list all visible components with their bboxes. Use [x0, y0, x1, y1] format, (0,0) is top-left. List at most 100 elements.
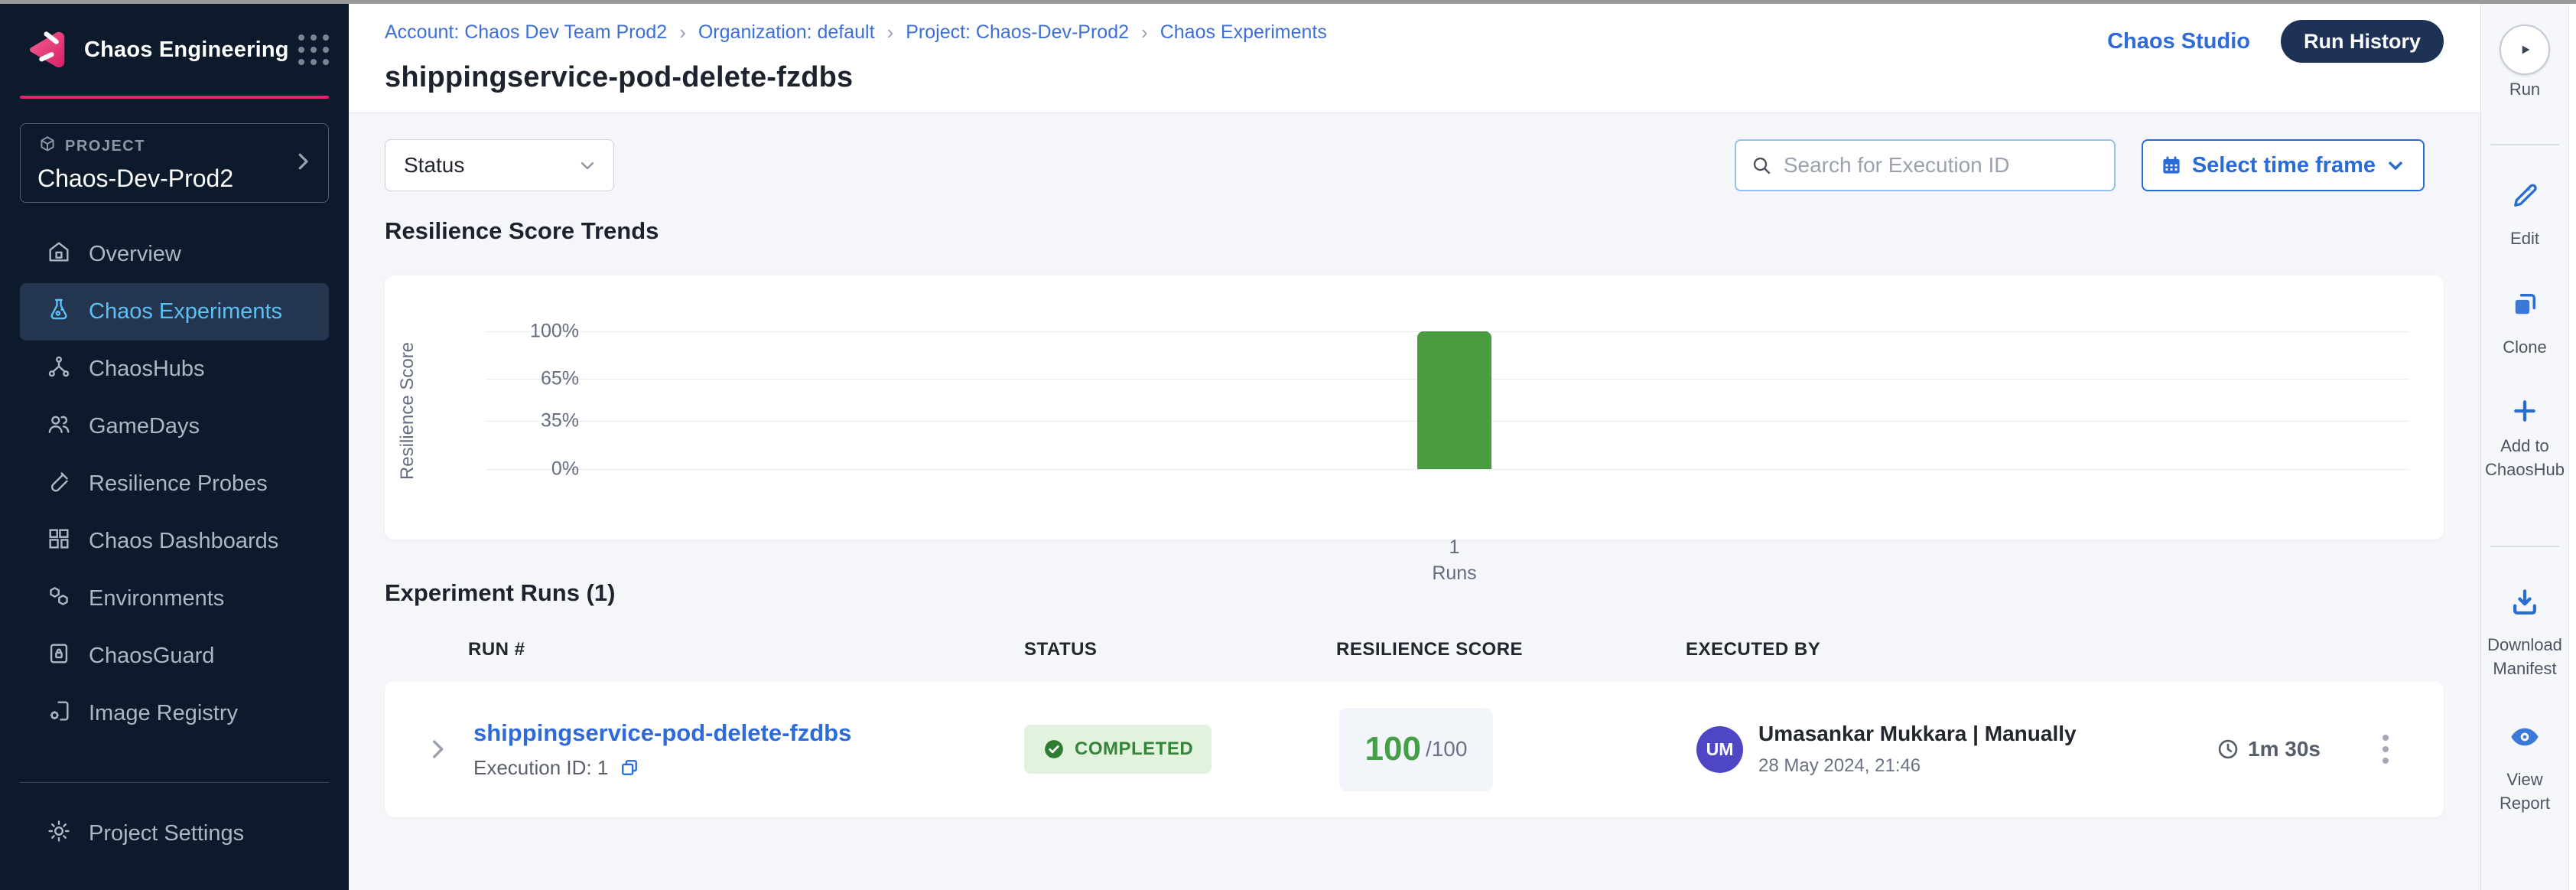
check-circle-icon	[1042, 738, 1065, 761]
edit-icon[interactable]	[2509, 180, 2541, 212]
copy-icon[interactable]	[619, 757, 640, 778]
download-manifest-icon download-icon[interactable]	[2508, 585, 2542, 619]
brand-underline	[20, 96, 329, 99]
y-tick: 65%	[541, 368, 579, 390]
people-icon	[46, 411, 72, 443]
execution-id: Execution ID: 1	[473, 756, 608, 780]
y-axis-title: Resilience Score	[397, 273, 418, 411]
y-tick: 35%	[541, 410, 579, 432]
breadcrumb-separator: ›	[679, 21, 686, 44]
search-box	[1735, 139, 2116, 191]
main-area: Account: Chaos Dev Team Prod2 › Organiza…	[349, 4, 2480, 890]
chevron-down-icon	[2385, 155, 2406, 176]
gear-icon	[46, 818, 72, 850]
breadcrumb-separator: ›	[1141, 21, 1148, 44]
row-menu-kebab-icon[interactable]	[2378, 730, 2393, 768]
page: Chaos Engineering PROJECT Chaos-Dev-Prod…	[0, 0, 2576, 890]
content: Status Select time frame	[349, 113, 2480, 890]
chevron-down-icon	[577, 155, 598, 176]
sidebar-item-chaos-experiments[interactable]: Chaos Experiments	[20, 283, 329, 341]
avatar: UM	[1696, 726, 1743, 773]
left-sidebar: Chaos Engineering PROJECT Chaos-Dev-Prod…	[0, 4, 349, 890]
edit-label: Edit	[2481, 227, 2568, 250]
sidebar-item-gamedays[interactable]: GameDays	[20, 398, 329, 455]
plot-area: 100% 65% 35% 0% 1 Runs	[486, 331, 2409, 469]
clone-label: Clone	[2481, 335, 2568, 359]
status-badge: COMPLETED	[1024, 725, 1212, 774]
play-icon	[2515, 40, 2535, 60]
run-history-button[interactable]: Run History	[2281, 20, 2444, 63]
status-filter-dropdown[interactable]: Status	[385, 139, 614, 191]
y-tick: 100%	[530, 321, 579, 343]
sidebar-nav: Overview Chaos Experiments ChaosHubs Gam…	[0, 226, 349, 742]
resilience-score-total: /100	[1426, 737, 1468, 761]
rail-divider	[2490, 144, 2559, 145]
column-header-resilience-score: RESILIENCE SCORE	[1336, 639, 1686, 660]
breadcrumb-project-link[interactable]: Project: Chaos-Dev-Prod2	[906, 21, 1129, 44]
project-name: Chaos-Dev-Prod2	[37, 165, 313, 193]
expand-row-chevron-icon[interactable]	[424, 736, 450, 762]
probe-icon	[46, 468, 72, 500]
lock-icon	[46, 641, 72, 673]
sidebar-item-chaosguard[interactable]: ChaosGuard	[20, 628, 329, 685]
sidebar-item-image-registry[interactable]: Image Registry	[20, 685, 329, 742]
sidebar-item-environments[interactable]: Environments	[20, 570, 329, 628]
chart-title: Resilience Score Trends	[385, 217, 2444, 245]
search-input[interactable]	[1784, 153, 2100, 178]
calendar-icon	[2160, 154, 2183, 177]
executed-at: 28 May 2024, 21:46	[1758, 755, 2077, 777]
hexagons-icon	[46, 583, 72, 615]
resilience-score-value: 100	[1365, 730, 1421, 768]
sidebar-item-chaos-dashboards[interactable]: Chaos Dashboards	[20, 513, 329, 570]
sidebar-divider	[20, 782, 329, 783]
project-selector[interactable]: PROJECT Chaos-Dev-Prod2	[20, 123, 329, 203]
executed-by-name: Umasankar Mukkara | Manually	[1758, 722, 2077, 746]
run-button[interactable]	[2500, 24, 2550, 75]
sidebar-item-overview[interactable]: Overview	[20, 226, 329, 283]
registry-icon	[46, 698, 72, 730]
breadcrumb-account-link[interactable]: Account: Chaos Dev Team Prod2	[385, 21, 667, 44]
hub-icon	[46, 354, 72, 386]
view-report-icon eye-icon[interactable]	[2508, 720, 2542, 754]
column-header-run: RUN #	[385, 639, 1024, 660]
sidebar-item-project-settings[interactable]: Project Settings	[20, 805, 329, 862]
dashboard-icon	[46, 526, 72, 558]
chevron-right-icon	[291, 150, 314, 177]
action-rail: Run Edit Clone Add to ChaosHub Download …	[2480, 4, 2568, 890]
page-title: shippingservice-pod-delete-fzdbs	[385, 61, 2480, 94]
view-report-label: View Report	[2481, 768, 2568, 815]
run-duration: 1m 30s	[2216, 737, 2321, 761]
filters-row: Status Select time frame	[385, 139, 2444, 191]
run-name-link[interactable]: shippingservice-pod-delete-fzdbs	[473, 719, 851, 747]
rail-divider	[2490, 546, 2559, 547]
cube-icon	[37, 135, 57, 158]
clone-icon[interactable]	[2509, 289, 2541, 321]
breadcrumb-separator: ›	[887, 21, 894, 44]
column-header-executed-by: EXECUTED BY	[1686, 639, 2444, 660]
resilience-score-bar[interactable]	[1417, 331, 1491, 469]
column-header-status: STATUS	[1024, 639, 1336, 660]
resilience-score-box: 100 /100	[1339, 708, 1493, 791]
runs-table-header: RUN # STATUS RESILIENCE SCORE EXECUTED B…	[385, 639, 2444, 660]
search-icon	[1750, 154, 1773, 177]
add-to-chaoshub-label: Add to ChaosHub	[2481, 434, 2568, 481]
resilience-score-chart: Resilience Score 100% 65% 35% 0% 1 Runs	[385, 275, 2444, 540]
breadcrumb-organization-link[interactable]: Organization: default	[698, 21, 875, 44]
chaos-studio-link[interactable]: Chaos Studio	[2107, 29, 2250, 54]
x-category-label: 1	[1417, 536, 1491, 559]
main-header: Account: Chaos Dev Team Prod2 › Organiza…	[349, 4, 2480, 113]
table-row: shippingservice-pod-delete-fzdbs Executi…	[385, 681, 2444, 817]
download-manifest-label: Download Manifest	[2481, 633, 2568, 680]
sidebar-item-resilience-probes[interactable]: Resilience Probes	[20, 455, 329, 513]
clock-icon	[2216, 737, 2240, 761]
breadcrumb-chaos-experiments-link[interactable]: Chaos Experiments	[1160, 21, 1327, 44]
app-title: Chaos Engineering	[84, 37, 289, 63]
run-label: Run	[2481, 77, 2568, 101]
project-label: PROJECT	[65, 138, 145, 155]
flask-icon	[46, 296, 72, 328]
add-to-chaoshub-icon plus-icon[interactable]	[2509, 396, 2540, 426]
scrollbar[interactable]	[2568, 4, 2576, 890]
sidebar-item-chaoshubs[interactable]: ChaosHubs	[20, 341, 329, 398]
time-frame-button[interactable]: Select time frame	[2142, 139, 2425, 191]
app-switcher-grid-icon[interactable]	[298, 34, 329, 65]
